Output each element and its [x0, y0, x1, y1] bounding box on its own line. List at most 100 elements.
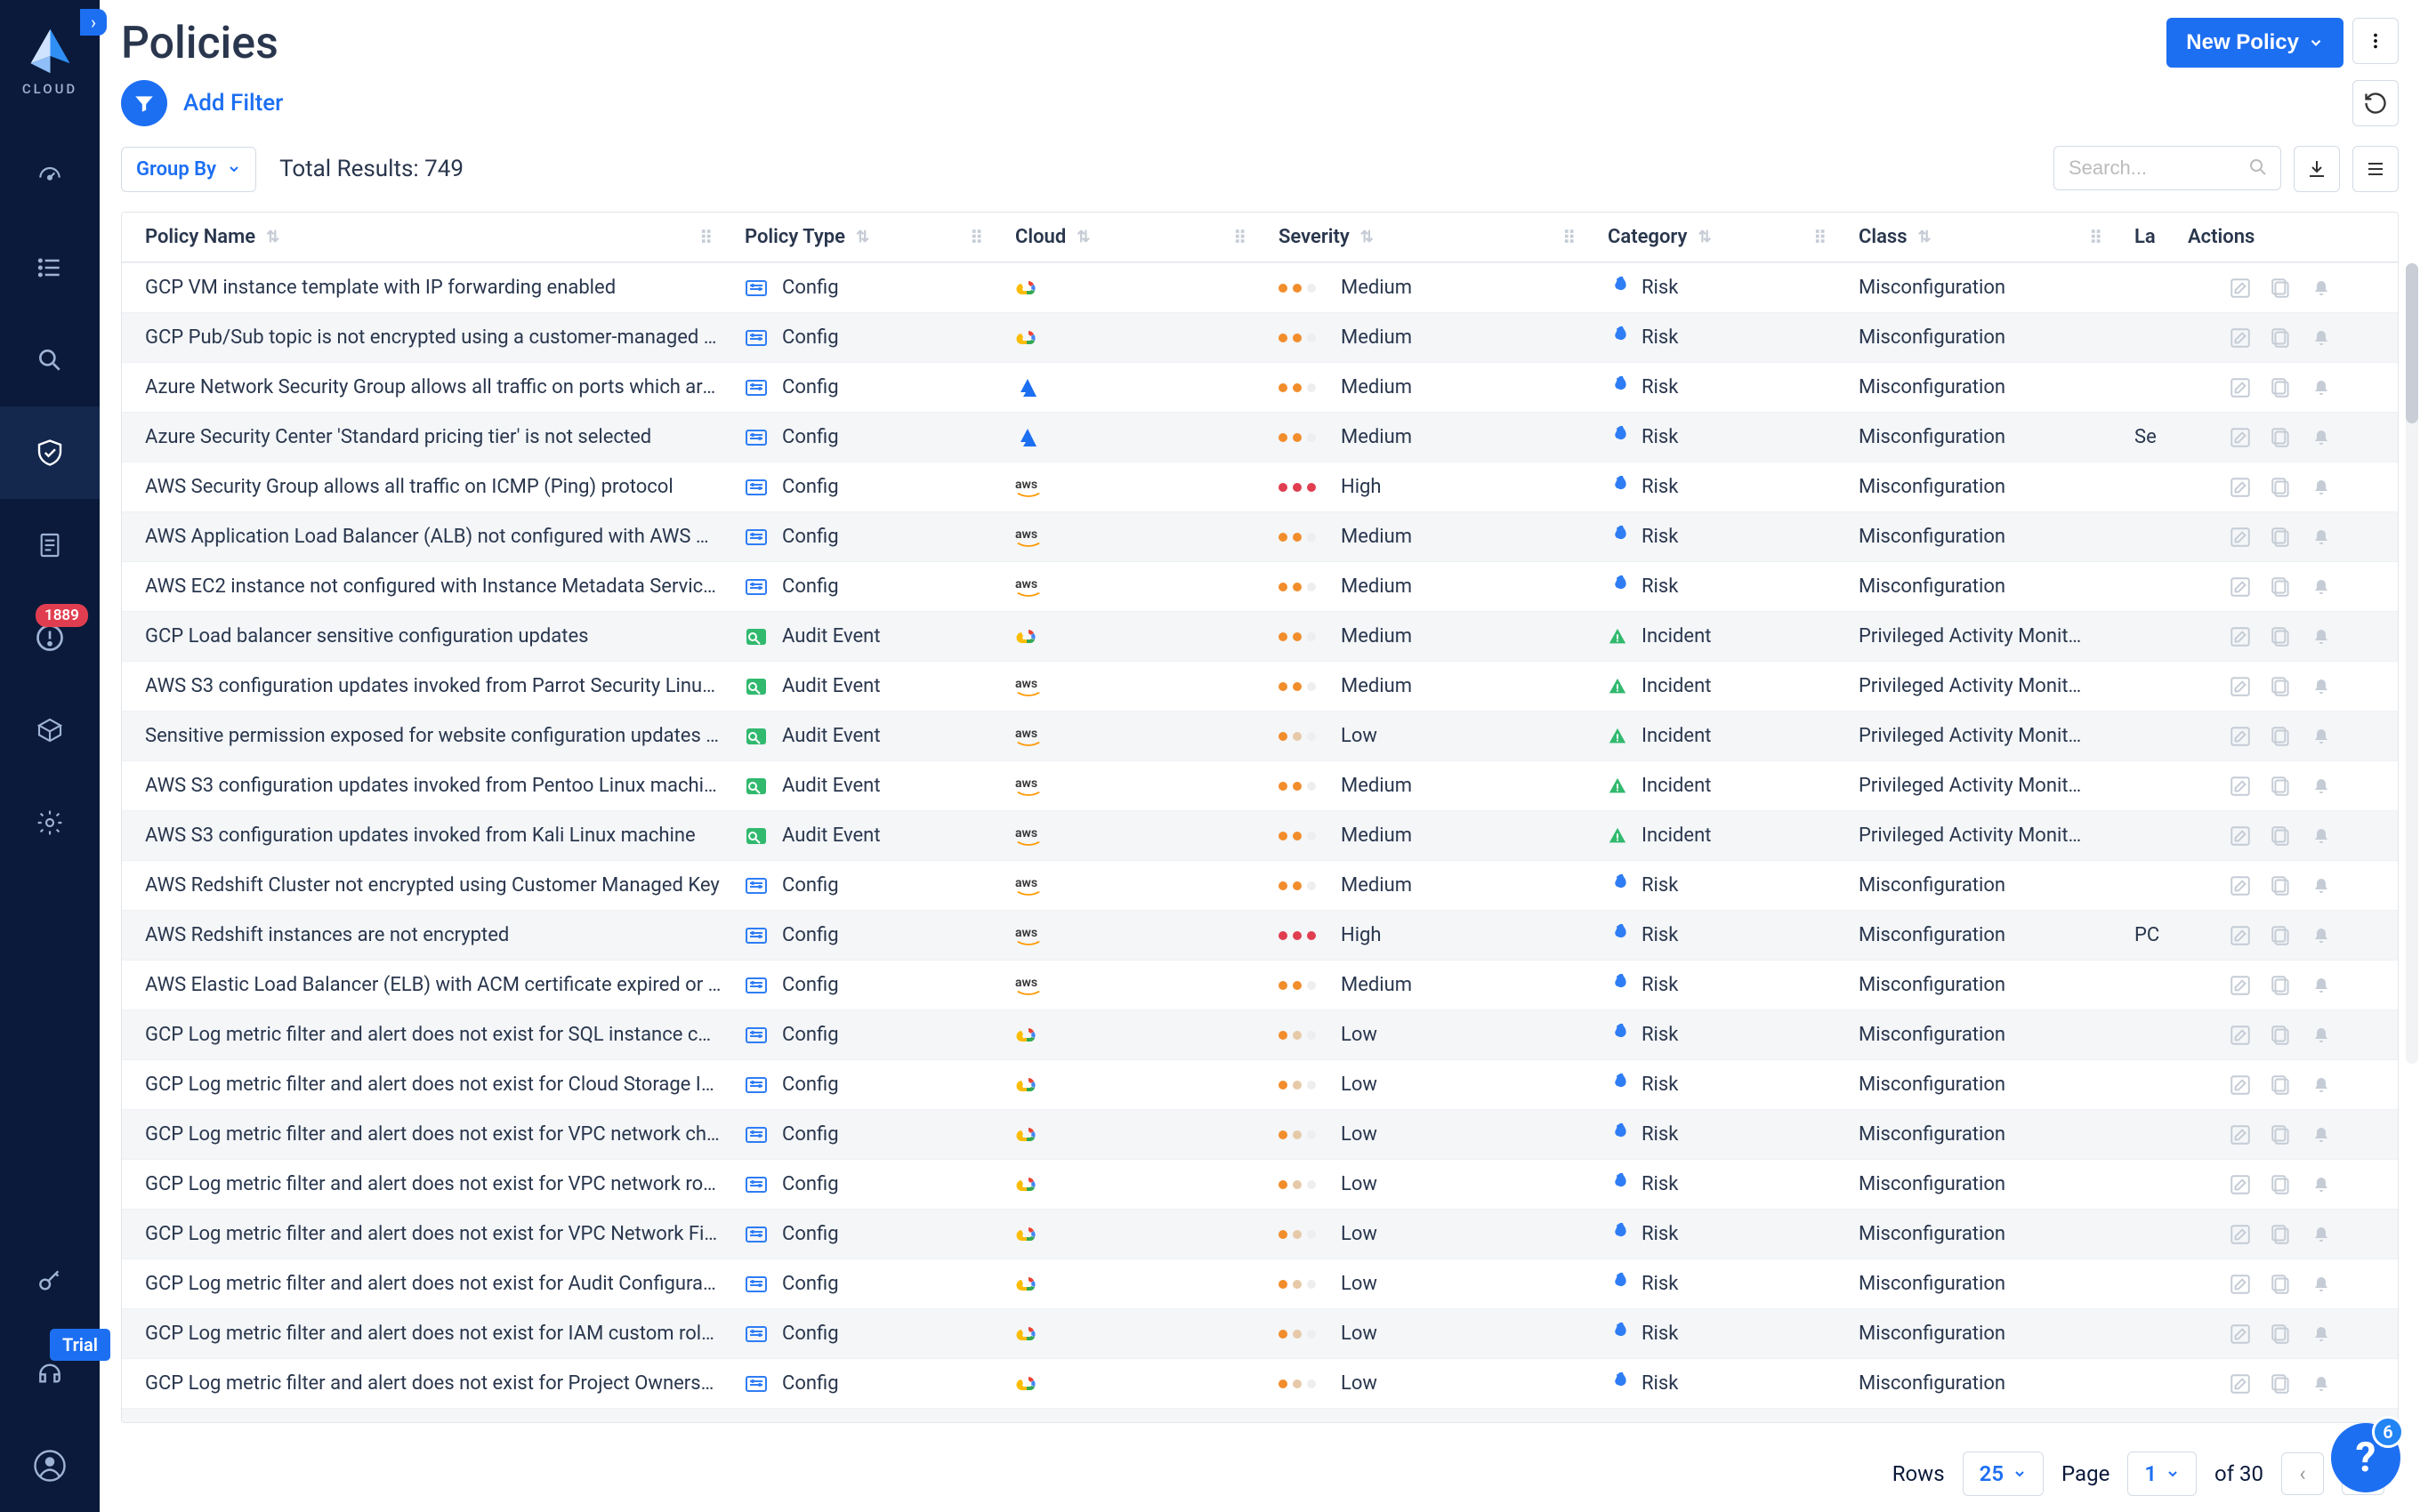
copy-icon[interactable]: [2270, 526, 2293, 549]
copy-icon[interactable]: [2270, 426, 2293, 449]
search-field[interactable]: [2053, 146, 2281, 192]
table-row[interactable]: GCP Pub/Sub topic is not encrypted using…: [122, 312, 2398, 362]
copy-icon[interactable]: [2270, 1223, 2293, 1246]
edit-icon[interactable]: [2229, 824, 2252, 848]
bell-icon[interactable]: [2311, 477, 2332, 498]
copy-icon[interactable]: [2270, 575, 2293, 599]
bell-icon[interactable]: [2311, 825, 2332, 847]
edit-icon[interactable]: [2229, 1173, 2252, 1196]
edit-icon[interactable]: [2229, 725, 2252, 748]
edit-icon[interactable]: [2229, 924, 2252, 947]
table-row[interactable]: AWS EC2 instance not configured with Ins…: [122, 561, 2398, 611]
edit-icon[interactable]: [2229, 476, 2252, 499]
edit-icon[interactable]: [2229, 526, 2252, 549]
table-row[interactable]: Azure Security Center 'Standard pricing …: [122, 412, 2398, 462]
bell-icon[interactable]: [2311, 427, 2332, 448]
nav-cube[interactable]: [0, 684, 100, 776]
col-policy-type[interactable]: Policy Type⇅⠿: [722, 226, 992, 248]
copy-icon[interactable]: [2270, 874, 2293, 897]
bell-icon[interactable]: [2311, 925, 2332, 946]
table-row[interactable]: AWS Security Group allows all traffic on…: [122, 462, 2398, 511]
table-row[interactable]: GCP VM instance template with IP forward…: [122, 262, 2398, 312]
bell-icon[interactable]: [2311, 1373, 2332, 1395]
edit-icon[interactable]: [2229, 874, 2252, 897]
edit-icon[interactable]: [2229, 625, 2252, 648]
table-row[interactable]: AWS Redshift Cluster not encrypted using…: [122, 860, 2398, 910]
nav-inventory[interactable]: [0, 221, 100, 314]
table-row[interactable]: AWS Application Load Balancer (ALB) not …: [122, 511, 2398, 561]
nav-compliance[interactable]: [0, 499, 100, 591]
nav-settings[interactable]: [0, 776, 100, 869]
table-row[interactable]: GCP Log metric filter and alert does not…: [122, 1159, 2398, 1209]
copy-icon[interactable]: [2270, 1323, 2293, 1346]
groupby-dropdown[interactable]: Group By: [121, 147, 256, 192]
add-filter-link[interactable]: Add Filter: [183, 90, 283, 117]
nav-alerts[interactable]: 1889: [0, 591, 100, 684]
bell-icon[interactable]: [2311, 1274, 2332, 1295]
edit-icon[interactable]: [2229, 775, 2252, 798]
col-category[interactable]: Category⇅⠿: [1585, 226, 1835, 248]
copy-icon[interactable]: [2270, 1123, 2293, 1146]
bell-icon[interactable]: [2311, 776, 2332, 797]
nav-key[interactable]: [0, 1235, 100, 1327]
table-row[interactable]: GCP Log metric filter and alert does not…: [122, 1109, 2398, 1159]
bell-icon[interactable]: [2311, 875, 2332, 897]
edit-icon[interactable]: [2229, 426, 2252, 449]
edit-icon[interactable]: [2229, 326, 2252, 350]
table-row[interactable]: Sensitive permission exposed for website…: [122, 711, 2398, 760]
copy-icon[interactable]: [2270, 974, 2293, 997]
bell-icon[interactable]: [2311, 277, 2332, 299]
bell-icon[interactable]: [2311, 676, 2332, 697]
copy-icon[interactable]: [2270, 1273, 2293, 1296]
copy-icon[interactable]: [2270, 1074, 2293, 1097]
nav-search[interactable]: [0, 314, 100, 406]
nav-profile[interactable]: [0, 1420, 100, 1512]
copy-icon[interactable]: [2270, 476, 2293, 499]
table-row[interactable]: GCP Log metric filter and alert does not…: [122, 1009, 2398, 1059]
edit-icon[interactable]: [2229, 675, 2252, 698]
vertical-scrollbar[interactable]: [2406, 263, 2418, 1064]
brand-logo[interactable]: CLOUD: [23, 27, 77, 107]
copy-icon[interactable]: [2270, 277, 2293, 300]
bell-icon[interactable]: [2311, 1224, 2332, 1245]
filter-circle-button[interactable]: [121, 80, 167, 126]
table-row[interactable]: GCP Log metric filter and alert does not…: [122, 1308, 2398, 1358]
edit-icon[interactable]: [2229, 1024, 2252, 1047]
col-cloud[interactable]: Cloud⇅⠿: [992, 226, 1255, 248]
col-severity[interactable]: Severity⇅⠿: [1255, 226, 1585, 248]
bell-icon[interactable]: [2311, 726, 2332, 747]
page-select[interactable]: 1: [2127, 1452, 2197, 1496]
prev-page-button[interactable]: ‹: [2281, 1452, 2324, 1495]
table-row[interactable]: GCP Log metric filter and alert does not…: [122, 1259, 2398, 1308]
table-row[interactable]: AWS Redshift instances are not encrypted…: [122, 910, 2398, 960]
table-row[interactable]: AWS S3 configuration updates invoked fro…: [122, 760, 2398, 810]
table-row[interactable]: Azure Network Security Group allows all …: [122, 362, 2398, 412]
nav-dashboard[interactable]: [0, 129, 100, 221]
table-row[interactable]: GCP Load balancer sensitive configuratio…: [122, 611, 2398, 661]
help-bubble[interactable]: ? 6: [2331, 1423, 2400, 1492]
bell-icon[interactable]: [2311, 576, 2332, 598]
copy-icon[interactable]: [2270, 775, 2293, 798]
col-la[interactable]: La: [2111, 226, 2165, 248]
view-toggle-button[interactable]: [2352, 146, 2399, 192]
edit-icon[interactable]: [2229, 1372, 2252, 1395]
bell-icon[interactable]: [2311, 1074, 2332, 1096]
copy-icon[interactable]: [2270, 924, 2293, 947]
table-row[interactable]: AWS S3 configuration updates invoked fro…: [122, 810, 2398, 860]
edit-icon[interactable]: [2229, 1223, 2252, 1246]
table-row[interactable]: AWS S3 configuration updates invoked fro…: [122, 661, 2398, 711]
bell-icon[interactable]: [2311, 626, 2332, 647]
edit-icon[interactable]: [2229, 1422, 2252, 1424]
rows-per-page-select[interactable]: 25: [1963, 1452, 2044, 1496]
copy-icon[interactable]: [2270, 1173, 2293, 1196]
copy-icon[interactable]: [2270, 625, 2293, 648]
bell-icon[interactable]: [2311, 527, 2332, 548]
edit-icon[interactable]: [2229, 1074, 2252, 1097]
edit-icon[interactable]: [2229, 1323, 2252, 1346]
reset-button[interactable]: [2352, 80, 2399, 126]
edit-icon[interactable]: [2229, 1273, 2252, 1296]
bell-icon[interactable]: [2311, 1423, 2332, 1424]
col-policy-name[interactable]: Policy Name⇅⠿: [122, 226, 722, 248]
table-row[interactable]: AWS Elastic Load Balancer (ELB) with ACM…: [122, 960, 2398, 1009]
copy-icon[interactable]: [2270, 1024, 2293, 1047]
